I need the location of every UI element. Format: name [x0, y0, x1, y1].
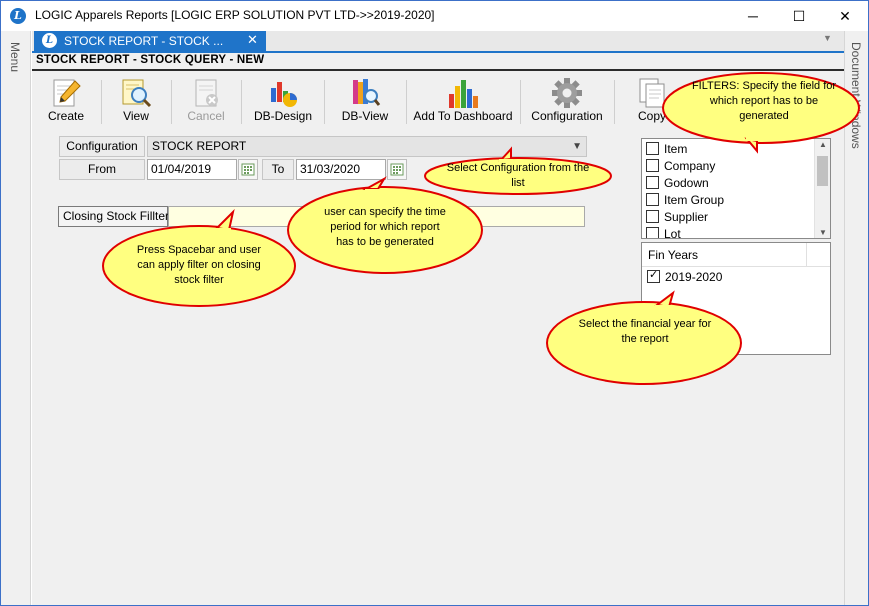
- checkbox[interactable]: [646, 210, 659, 223]
- minimize-button[interactable]: ─: [731, 1, 775, 31]
- column-divider: [806, 243, 807, 267]
- toolbar-separator: [101, 80, 102, 124]
- callout-period-text: user can specify the time period for whi…: [324, 206, 446, 248]
- from-label: From: [59, 159, 145, 180]
- add-to-dashboard-label: Add To Dashboard: [413, 109, 513, 123]
- toolbar-separator: [406, 80, 407, 124]
- view-magnifier-icon: [122, 79, 152, 108]
- filter-list-scrollbar[interactable]: ▲ ▼: [814, 139, 830, 238]
- cancel-document-icon: [195, 79, 218, 107]
- filter-item-label: Lot: [664, 227, 681, 239]
- checkbox[interactable]: [646, 193, 659, 206]
- callout-fin-year: Select the financial year for the report: [545, 290, 745, 395]
- filter-item-label: Supplier: [664, 210, 709, 224]
- db-design-label: DB-Design: [253, 109, 313, 123]
- create-label: Create: [47, 109, 85, 123]
- toolbar-separator: [614, 80, 615, 124]
- scroll-down-icon[interactable]: ▼: [815, 228, 830, 237]
- toolbar-separator: [171, 80, 172, 124]
- checkbox[interactable]: [646, 159, 659, 172]
- configuration-button[interactable]: Configuration: [526, 74, 608, 126]
- app-window: L LOGIC Apparels Reports [LOGIC ERP SOLU…: [0, 0, 869, 606]
- tab-logo-icon: L: [42, 33, 57, 48]
- callout-filters: FILTERS: Specify the field for which rep…: [661, 71, 861, 154]
- window-title: LOGIC Apparels Reports [LOGIC ERP SOLUTI…: [35, 8, 435, 22]
- calendar-icon: [241, 163, 255, 176]
- fin-year-label: 2019-2020: [665, 270, 723, 284]
- checkbox[interactable]: [646, 227, 659, 238]
- list-item[interactable]: Godown: [646, 175, 709, 192]
- toolbar-separator: [520, 80, 521, 124]
- db-view-label: DB-View: [341, 109, 389, 123]
- fin-years-header: Fin Years: [642, 243, 830, 267]
- configuration-select-value: STOCK REPORT: [152, 139, 247, 153]
- page-title: STOCK REPORT - STOCK QUERY - NEW: [36, 54, 265, 66]
- configuration-label: Configuration: [531, 109, 603, 123]
- filter-item-label: Item Group: [664, 193, 725, 207]
- maximize-button[interactable]: ☐: [777, 1, 821, 31]
- from-calendar-button[interactable]: [238, 159, 258, 180]
- create-button[interactable]: Create: [36, 74, 96, 126]
- configuration-field-label: Configuration: [59, 136, 145, 157]
- list-item[interactable]: Lot: [646, 226, 681, 239]
- cancel-button[interactable]: Cancel: [176, 74, 236, 126]
- tab-close-icon[interactable]: ✕: [247, 32, 258, 48]
- main-content: STOCK REPORT - STOCK QUERY - NEW Create: [32, 53, 860, 605]
- configuration-gear-icon: [552, 78, 582, 108]
- filter-item-label: Company: [664, 159, 716, 173]
- db-design-chart-icon: [271, 82, 297, 107]
- toolbar-separator: [324, 80, 325, 124]
- add-to-dashboard-button[interactable]: Add To Dashboard: [412, 74, 514, 126]
- fin-year-row[interactable]: 2019-2020: [647, 268, 723, 284]
- list-item[interactable]: Item Group: [646, 192, 724, 209]
- create-pencil-icon: [53, 79, 81, 107]
- dashboard-bar-chart-icon: [449, 80, 478, 108]
- callout-period: user can specify the time period for whi…: [286, 176, 484, 275]
- menu-strip[interactable]: Menu: [1, 31, 31, 605]
- list-item[interactable]: Supplier: [646, 209, 708, 226]
- checkbox[interactable]: [646, 142, 659, 155]
- toolbar-separator: [241, 80, 242, 124]
- close-window-button[interactable]: ✕: [823, 1, 867, 31]
- from-date-input[interactable]: 01/04/2019: [147, 159, 237, 180]
- tab-stock-report[interactable]: L STOCK REPORT - STOCK ... ✕: [34, 31, 266, 51]
- tab-list-chevron-icon[interactable]: ▼: [823, 33, 832, 43]
- checkbox[interactable]: [646, 176, 659, 189]
- scrollbar-thumb[interactable]: [817, 156, 828, 186]
- title-bar: L LOGIC Apparels Reports [LOGIC ERP SOLU…: [1, 1, 868, 31]
- callout-spacebar-text: Press Spacebar and user can apply filter…: [136, 244, 262, 286]
- db-design-button[interactable]: DB-Design: [248, 74, 318, 126]
- callout-filters-text: FILTERS: Specify the field for which rep…: [691, 80, 837, 122]
- view-button[interactable]: View: [106, 74, 166, 126]
- app-logo-icon: L: [10, 8, 26, 24]
- filter-field-list[interactable]: Item Company Godown Item Group Supplier …: [641, 138, 831, 239]
- callout-spacebar: Press Spacebar and user can apply filter…: [101, 208, 301, 308]
- db-view-books-icon: [353, 79, 381, 106]
- view-label: View: [123, 109, 149, 123]
- fin-year-checkbox[interactable]: [647, 268, 660, 283]
- filter-item-label: Godown: [664, 176, 709, 190]
- callout-fin-year-text: Select the financial year for the report: [578, 318, 712, 345]
- db-view-button[interactable]: DB-View: [330, 74, 400, 126]
- cancel-label: Cancel: [187, 109, 225, 123]
- tab-label: STOCK REPORT - STOCK ...: [64, 34, 224, 48]
- menu-label[interactable]: Menu: [8, 42, 22, 72]
- list-item[interactable]: Company: [646, 158, 715, 175]
- tab-strip: L STOCK REPORT - STOCK ... ✕ ▼: [32, 31, 844, 51]
